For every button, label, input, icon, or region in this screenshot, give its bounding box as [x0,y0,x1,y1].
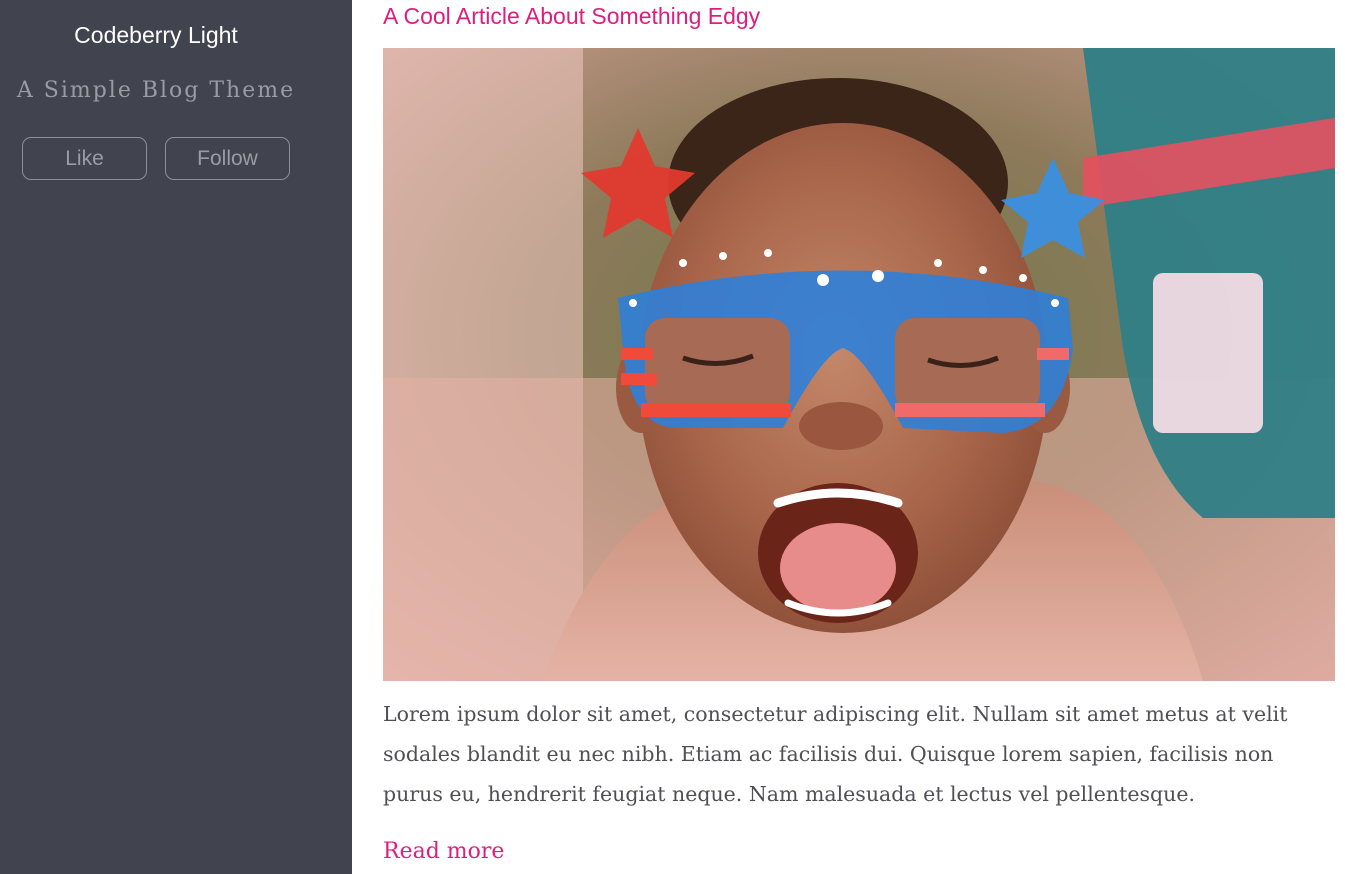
like-button[interactable]: Like [22,137,147,180]
read-more-link[interactable]: Read more [383,834,504,870]
post-featured-image [383,48,1335,681]
follow-button[interactable]: Follow [165,137,290,180]
post-title-link[interactable]: A Cool Article About Something Edgy [383,0,760,32]
post-excerpt: Lorem ipsum dolor sit amet, consectetur … [383,702,1288,806]
sidebar: Codeberry Light A Simple Blog Theme Like… [0,0,352,874]
site-tagline: A Simple Blog Theme [16,78,296,103]
page: Codeberry Light A Simple Blog Theme Like… [0,0,1345,874]
site-title[interactable]: Codeberry Light [0,19,312,51]
